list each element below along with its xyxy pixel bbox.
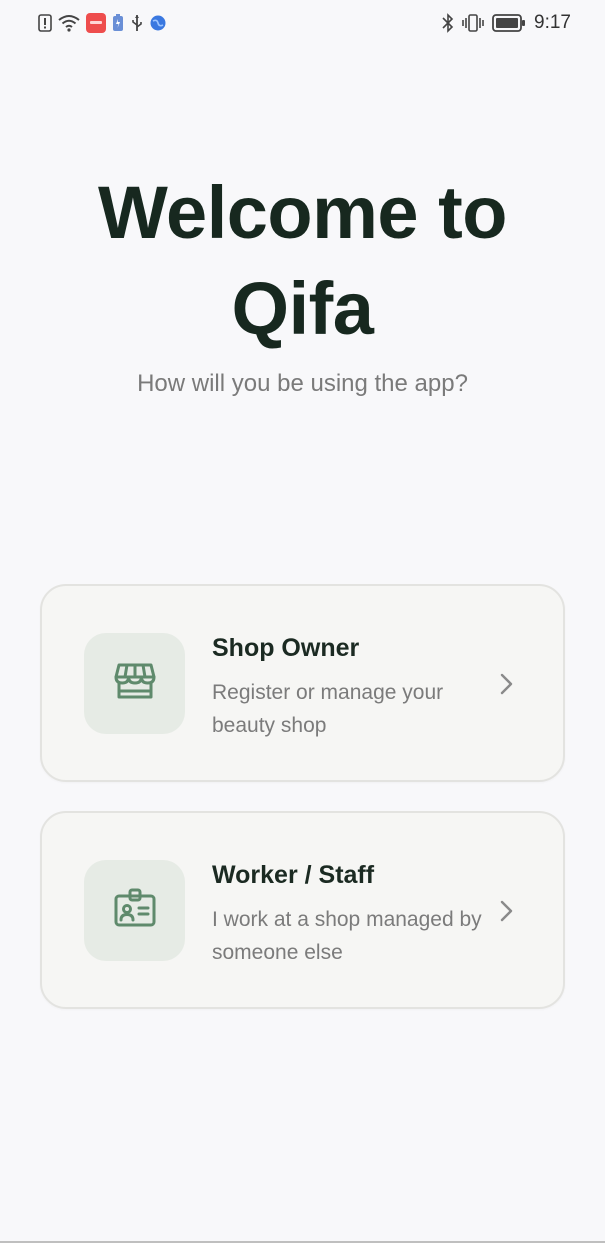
chevron-right-icon: [497, 899, 517, 923]
app-notification-icon: [86, 13, 106, 33]
usb-icon: [130, 14, 144, 32]
battery-saver-icon: [112, 14, 124, 32]
alert-icon: [38, 14, 52, 32]
title-line-1: Welcome to: [98, 171, 507, 254]
shop-owner-option-card[interactable]: Shop Owner Register or manage your beaut…: [40, 584, 565, 782]
page-title: Welcome to Qifa: [0, 165, 605, 357]
shop-owner-description: Register or manage your beauty shop: [212, 681, 444, 737]
status-time: 9:17: [534, 12, 571, 33]
status-bar: 9:17: [0, 0, 605, 48]
status-right-icons: 9:17: [442, 12, 571, 34]
shop-owner-icon-box: [84, 633, 185, 734]
bluetooth-icon: [442, 13, 454, 33]
page-subtitle: How will you be using the app?: [137, 370, 468, 397]
worker-staff-title: Worker / Staff: [212, 861, 375, 889]
wifi-icon: [58, 14, 80, 32]
id-badge-icon: [113, 888, 157, 933]
shop-owner-title: Shop Owner: [212, 634, 360, 662]
vibrate-icon: [462, 13, 484, 33]
worker-staff-icon-box: [84, 860, 185, 961]
worker-staff-option-card[interactable]: Worker / Staff I work at a shop managed …: [40, 811, 565, 1009]
status-left-icons: [38, 13, 166, 33]
storefront-icon: [113, 661, 157, 706]
battery-icon: [492, 14, 526, 32]
chevron-right-icon: [497, 672, 517, 696]
title-line-2: Qifa: [231, 267, 374, 350]
worker-staff-description: I work at a shop managed by someone else: [212, 908, 482, 964]
browser-icon: [150, 15, 166, 31]
